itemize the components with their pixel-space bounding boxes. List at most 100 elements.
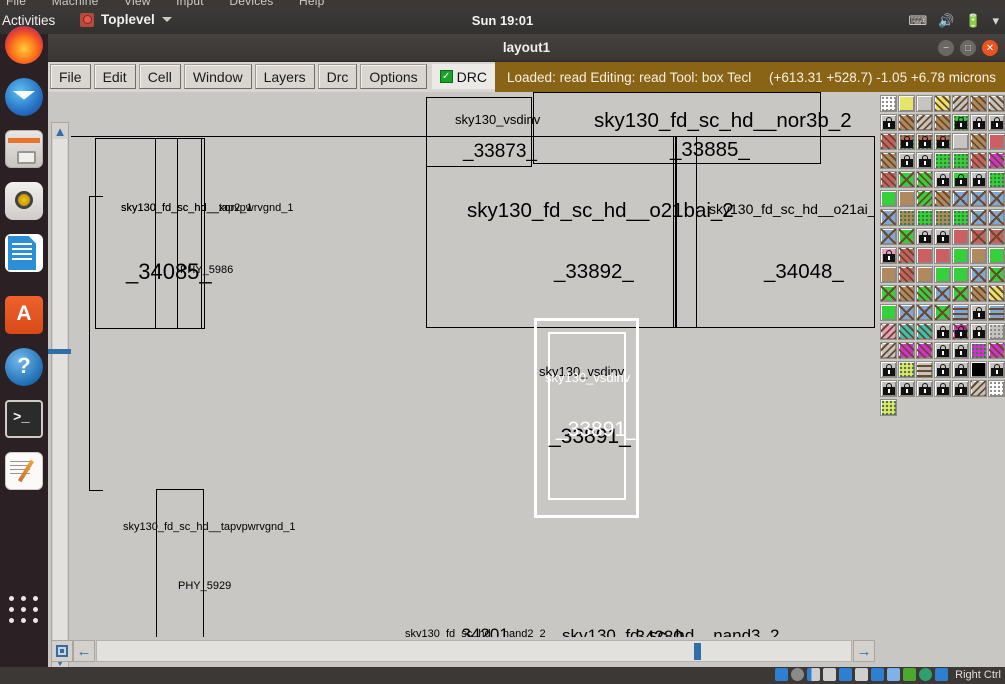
- dock-libreoffice-writer[interactable]: [5, 234, 43, 272]
- layout-canvas[interactable]: sky130_vsdinv _33873_ sky130_fd_sc_hd__nor…: [71, 92, 875, 637]
- cell-box-o21bai2[interactable]: [426, 136, 676, 328]
- layer-swatch[interactable]: [898, 152, 915, 169]
- layer-swatch[interactable]: [934, 228, 951, 245]
- horizontal-scroll-track[interactable]: [96, 640, 852, 662]
- layer-swatch[interactable]: [988, 266, 1005, 283]
- dock-ubuntu-software[interactable]: [5, 296, 43, 334]
- layer-swatch[interactable]: [988, 95, 1005, 112]
- layer-swatch[interactable]: [880, 285, 897, 302]
- layer-swatch[interactable]: [970, 95, 987, 112]
- layer-swatch[interactable]: [970, 152, 987, 169]
- layer-swatch[interactable]: [916, 190, 933, 207]
- folder-icon[interactable]: [855, 668, 869, 681]
- layer-swatch[interactable]: [880, 342, 897, 359]
- vertical-scroll-thumb[interactable]: [48, 349, 72, 354]
- hdd-icon[interactable]: [775, 668, 789, 681]
- layer-swatch[interactable]: [916, 361, 933, 378]
- layer-swatch[interactable]: [916, 304, 933, 321]
- clipboard-icon[interactable]: [887, 668, 901, 681]
- virtualbox-host-menu[interactable]: File Machine View Input Devices Help: [0, 0, 1005, 9]
- layer-swatch[interactable]: [898, 133, 915, 150]
- layer-swatch[interactable]: [880, 209, 897, 226]
- vbox-menu-help[interactable]: Help: [299, 0, 324, 8]
- layer-swatch[interactable]: [952, 133, 969, 150]
- layer-swatch[interactable]: [970, 171, 987, 188]
- dock-terminal[interactable]: [5, 400, 43, 438]
- layer-swatch[interactable]: [970, 247, 987, 264]
- layer-swatch[interactable]: [934, 323, 951, 340]
- volume-icon[interactable]: 🔊: [938, 13, 954, 29]
- layer-swatch[interactable]: [934, 171, 951, 188]
- vertical-scrollbar[interactable]: ▲ ▼: [48, 122, 72, 669]
- layer-swatch[interactable]: [934, 133, 951, 150]
- audio-icon[interactable]: [807, 668, 821, 681]
- layer-swatch[interactable]: [898, 342, 915, 359]
- layer-swatch[interactable]: [916, 266, 933, 283]
- layer-swatch[interactable]: [952, 190, 969, 207]
- dock-show-applications[interactable]: [5, 590, 43, 628]
- layer-swatch[interactable]: [898, 228, 915, 245]
- layer-swatch[interactable]: [880, 247, 897, 264]
- layer-swatch[interactable]: [970, 266, 987, 283]
- layer-swatch[interactable]: [898, 247, 915, 264]
- layer-swatch[interactable]: [934, 247, 951, 264]
- cell-box-left-column[interactable]: [95, 138, 205, 329]
- dock-thunderbird[interactable]: [5, 78, 43, 116]
- layer-swatch[interactable]: [880, 266, 897, 283]
- dock-firefox[interactable]: [5, 26, 43, 64]
- layer-swatch[interactable]: [898, 285, 915, 302]
- layer-swatch[interactable]: [952, 285, 969, 302]
- layer-swatch[interactable]: [934, 209, 951, 226]
- menu-file[interactable]: File: [50, 64, 91, 89]
- layer-swatch[interactable]: [934, 285, 951, 302]
- layer-swatch[interactable]: [934, 380, 951, 397]
- layer-swatch[interactable]: [988, 304, 1005, 321]
- layer-swatch[interactable]: [916, 323, 933, 340]
- window-controls[interactable]: − □ ✕: [938, 40, 998, 56]
- layer-swatch[interactable]: [898, 95, 915, 112]
- layer-swatch[interactable]: [988, 152, 1005, 169]
- layer-swatch[interactable]: [916, 133, 933, 150]
- layer-swatch[interactable]: [970, 133, 987, 150]
- layer-swatch[interactable]: [970, 114, 987, 131]
- layer-swatch[interactable]: [952, 152, 969, 169]
- maximize-button[interactable]: □: [960, 40, 976, 56]
- drc-toggle[interactable]: ✓ DRC: [431, 64, 496, 89]
- layer-swatch[interactable]: [988, 133, 1005, 150]
- layer-swatch[interactable]: [952, 380, 969, 397]
- layer-swatch[interactable]: [880, 114, 897, 131]
- layer-swatch[interactable]: [952, 304, 969, 321]
- layer-swatch[interactable]: [934, 342, 951, 359]
- layer-swatch[interactable]: [934, 304, 951, 321]
- layer-swatch[interactable]: [934, 152, 951, 169]
- scroll-left-icon[interactable]: ←: [73, 640, 95, 662]
- layer-swatch[interactable]: [970, 304, 987, 321]
- layer-swatch[interactable]: [880, 152, 897, 169]
- menu-cell[interactable]: Cell: [138, 64, 181, 89]
- layer-swatch[interactable]: [880, 361, 897, 378]
- layer-swatch[interactable]: [880, 304, 897, 321]
- layer-swatch[interactable]: [898, 323, 915, 340]
- layer-swatch[interactable]: [898, 114, 915, 131]
- minimize-button[interactable]: −: [938, 40, 954, 56]
- network-icon[interactable]: [823, 668, 837, 681]
- layer-swatch[interactable]: [952, 171, 969, 188]
- layer-swatch[interactable]: [880, 228, 897, 245]
- layer-swatch[interactable]: [916, 247, 933, 264]
- layer-swatch[interactable]: [952, 247, 969, 264]
- chevron-down-icon[interactable]: ▾: [992, 13, 999, 29]
- layer-swatch[interactable]: [952, 209, 969, 226]
- layer-swatch[interactable]: [898, 304, 915, 321]
- system-tray[interactable]: ⌨ 🔊 🔋 ▾: [908, 13, 999, 29]
- scroll-right-icon[interactable]: →: [853, 640, 875, 662]
- layer-swatch[interactable]: [988, 247, 1005, 264]
- layer-swatch[interactable]: [916, 95, 933, 112]
- layer-swatch[interactable]: [952, 342, 969, 359]
- layer-swatch[interactable]: [880, 95, 897, 112]
- vbox-menu-input[interactable]: Input: [176, 0, 204, 8]
- layer-swatch[interactable]: [952, 114, 969, 131]
- layer-swatch[interactable]: [934, 361, 951, 378]
- dock-text-editor[interactable]: [5, 452, 43, 490]
- horizontal-scrollbar[interactable]: ← →: [51, 639, 875, 663]
- usb-icon[interactable]: [839, 668, 853, 681]
